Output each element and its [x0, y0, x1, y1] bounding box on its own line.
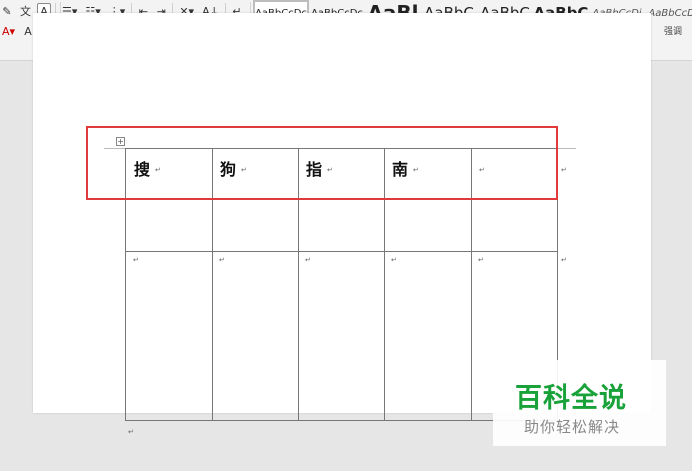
row-end-mark-icon: ↵ [561, 166, 567, 174]
watermark: 百科全说 助你轻松解决 [493, 360, 666, 446]
cell-end-mark-icon: ↵ [133, 256, 139, 264]
cell-end-mark-icon: ↵ [219, 256, 225, 264]
style-item[interactable]: AaBbCcDi 强调 [645, 0, 692, 38]
phonetic-guide-icon[interactable]: 文 [18, 3, 33, 19]
font-color-icon[interactable]: A▾ [0, 23, 17, 39]
cell-end-mark-icon: ↵ [478, 256, 484, 264]
watermark-subtitle: 助你轻松解决 [524, 418, 621, 436]
style-sample: AaBbCcDi [648, 7, 692, 19]
table-border [125, 251, 558, 252]
style-name: 强调 [663, 27, 682, 37]
highlight-box [86, 126, 558, 200]
row-end-mark-icon: ↵ [561, 256, 567, 264]
cell-end-mark-icon: ↵ [305, 256, 311, 264]
cell-end-mark-icon: ↵ [391, 256, 397, 264]
highlight-pen-icon[interactable]: ✎ [0, 3, 14, 19]
text-boundary-line [558, 148, 576, 149]
watermark-title: 百科全说 [515, 383, 627, 414]
paragraph-mark-icon: ↵ [128, 428, 134, 436]
